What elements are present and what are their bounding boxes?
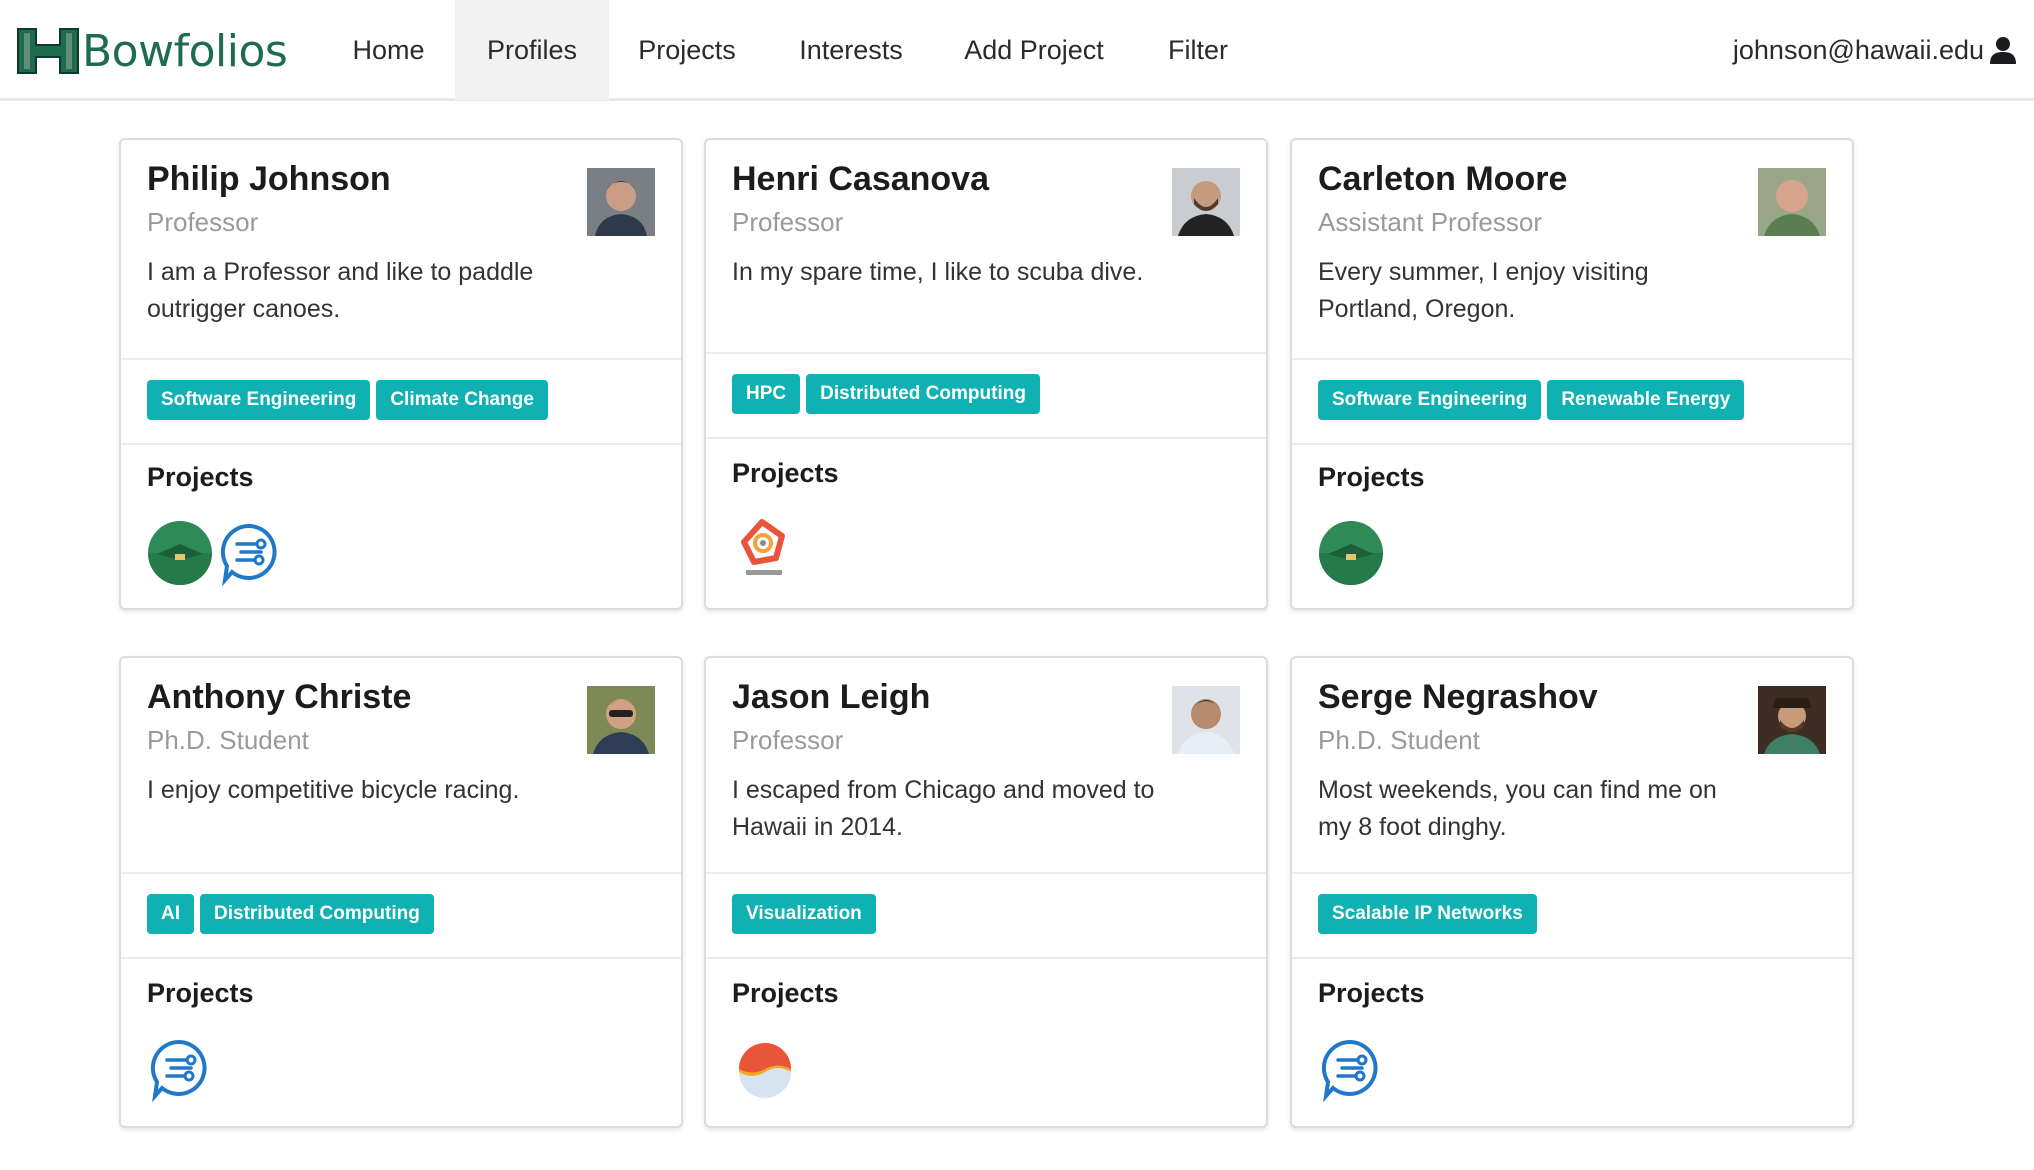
profile-photo (1172, 686, 1240, 754)
interest-tag[interactable]: Scalable IP Networks (1318, 894, 1537, 934)
projects-heading: Projects (1318, 978, 1425, 1008)
profile-title: Professor (732, 725, 844, 755)
user-email: johnson@hawaii.edu (1732, 34, 1984, 65)
divider (1292, 957, 1852, 959)
divider (121, 358, 681, 360)
profile-name: Carleton Moore (1318, 160, 1568, 198)
project-icons (147, 1036, 213, 1102)
profile-title: Assistant Professor (1318, 207, 1542, 237)
projects-heading: Projects (732, 458, 839, 488)
profile-card: Anthony Christe Ph.D. Student I enjoy co… (119, 656, 683, 1128)
interest-tag[interactable]: Software Engineering (1318, 380, 1542, 420)
divider (121, 872, 681, 874)
projects-heading: Projects (147, 462, 254, 492)
profile-title: Ph.D. Student (147, 725, 309, 755)
profile-photo (1758, 168, 1826, 236)
project-icons (1318, 520, 1384, 586)
green-hat-logo-icon[interactable] (147, 520, 213, 586)
profile-card: Henri Casanova Professor In my spare tim… (704, 138, 1268, 610)
top-menu: Bowfolios Home Profiles Projects Interes… (0, 0, 2034, 101)
project-icons (732, 514, 798, 580)
profile-bio: In my spare time, I like to scuba dive. (732, 258, 1144, 286)
interest-tag[interactable]: AI (147, 894, 194, 934)
interest-tags: Software Engineering Renewable Energy (1318, 380, 1745, 420)
profile-photo (587, 168, 655, 236)
wrench-logo-icon[interactable] (732, 514, 798, 580)
interest-tag[interactable]: HPC (732, 374, 801, 414)
profile-bio: I enjoy competitive bicycle racing. (147, 776, 520, 804)
profile-title: Ph.D. Student (1318, 725, 1480, 755)
interest-tag[interactable]: Software Engineering (147, 380, 371, 420)
profile-name: Serge Negrashov (1318, 678, 1598, 716)
interest-tag[interactable]: Distributed Computing (200, 894, 434, 934)
profile-photo (587, 686, 655, 754)
interest-tags: Scalable IP Networks (1318, 894, 1537, 934)
nav-interests[interactable]: Interests (778, 0, 924, 100)
profile-photo (1172, 168, 1240, 236)
interest-tag[interactable]: Distributed Computing (806, 374, 1040, 414)
profile-photo (1758, 686, 1826, 754)
interest-tags: Software Engineering Climate Change (147, 380, 548, 420)
profile-name: Anthony Christe (147, 678, 412, 716)
projects-heading: Projects (147, 978, 254, 1008)
project-icons (1318, 1036, 1384, 1102)
nav-home[interactable]: Home (330, 0, 447, 100)
profile-card: Serge Negrashov Ph.D. Student Most weeke… (1290, 656, 1854, 1128)
divider (706, 872, 1266, 874)
divider (706, 957, 1266, 959)
interest-tags: Visualization (732, 894, 876, 934)
chat-circuit-logo-icon[interactable] (217, 520, 283, 586)
nav-profiles[interactable]: Profiles (455, 0, 609, 100)
divider (1292, 443, 1852, 445)
brand-logo[interactable]: Bowfolios (16, 24, 288, 78)
project-icons (147, 520, 283, 586)
divider (1292, 358, 1852, 360)
profile-card: Philip Johnson Professor I am a Professo… (119, 138, 683, 610)
project-icons (732, 1036, 798, 1102)
interest-tag[interactable]: Visualization (732, 894, 876, 934)
nav-filter[interactable]: Filter (1148, 0, 1248, 100)
green-hat-logo-icon[interactable] (1318, 520, 1384, 586)
user-icon (1990, 37, 2016, 64)
profile-bio: Every summer, I enjoy visiting Portland,… (1318, 258, 1649, 323)
divider (121, 957, 681, 959)
chat-circuit-logo-icon[interactable] (147, 1036, 213, 1102)
projects-heading: Projects (1318, 462, 1425, 492)
interest-tags: HPC Distributed Computing (732, 374, 1040, 414)
divider (121, 443, 681, 445)
profile-name: Henri Casanova (732, 160, 989, 198)
wave-sun-logo-icon[interactable] (732, 1036, 798, 1102)
profile-bio: I escaped from Chicago and moved to Hawa… (732, 776, 1155, 841)
divider (1292, 872, 1852, 874)
chat-circuit-logo-icon[interactable] (1318, 1036, 1384, 1102)
divider (706, 437, 1266, 439)
profile-name: Jason Leigh (732, 678, 931, 716)
profile-title: Professor (147, 207, 259, 237)
brand-name: Bowfolios (82, 25, 288, 77)
profile-bio: I am a Professor and like to paddle outr… (147, 258, 534, 323)
profile-name: Philip Johnson (147, 160, 391, 198)
interest-tag[interactable]: Renewable Energy (1547, 380, 1745, 420)
profile-card: Carleton Moore Assistant Professor Every… (1290, 138, 1854, 610)
projects-heading: Projects (732, 978, 839, 1008)
uh-logo-icon (17, 28, 79, 74)
nav-projects[interactable]: Projects (614, 0, 760, 100)
user-menu[interactable]: johnson@hawaii.edu (1733, 0, 2018, 100)
profile-bio: Most weekends, you can find me on my 8 f… (1318, 776, 1717, 841)
profile-title: Professor (732, 207, 844, 237)
profile-card: Jason Leigh Professor I escaped from Chi… (704, 656, 1268, 1128)
interest-tags: AI Distributed Computing (147, 894, 434, 934)
interest-tag[interactable]: Climate Change (376, 380, 548, 420)
nav-add-project[interactable]: Add Project (946, 0, 1122, 100)
divider (706, 352, 1266, 354)
